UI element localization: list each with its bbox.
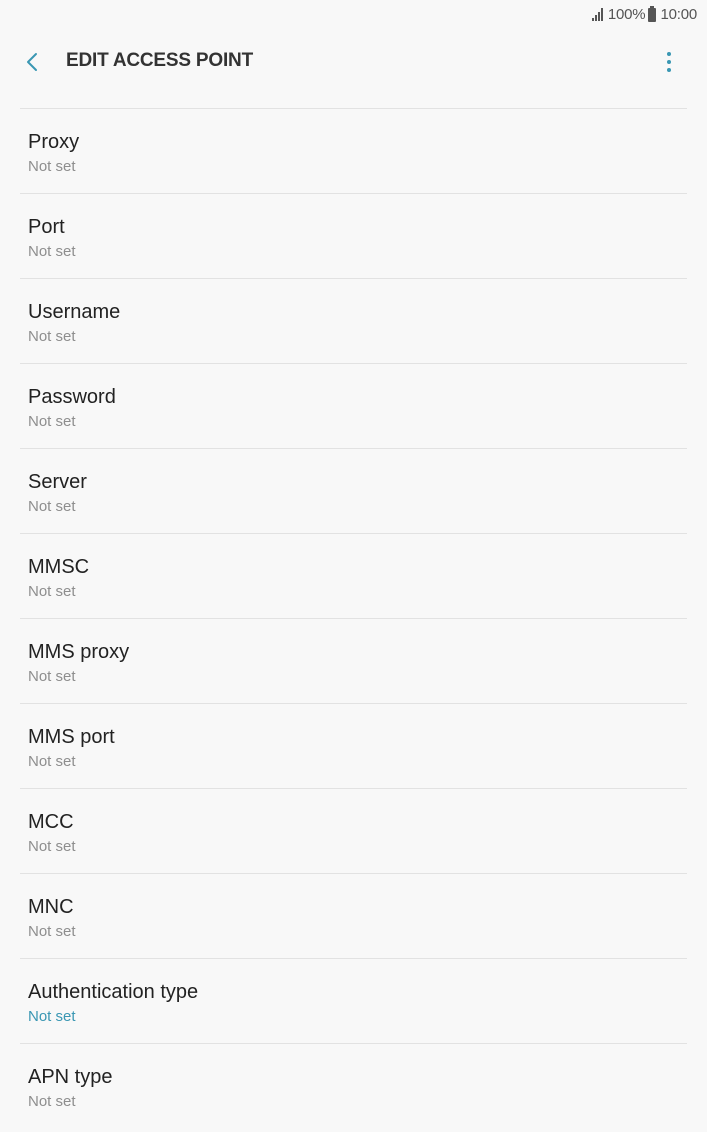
setting-username[interactable]: Username Not set: [20, 278, 687, 363]
settings-list: Proxy Not set Port Not set Username Not …: [0, 108, 707, 1128]
status-bar: 100% 10:00: [0, 0, 707, 32]
battery-percent: 100%: [607, 6, 646, 23]
clock: 10:00: [660, 6, 697, 23]
setting-password[interactable]: Password Not set: [20, 363, 687, 448]
back-button[interactable]: [14, 46, 50, 78]
setting-label: MCC: [28, 811, 74, 833]
status-indicators: 100% 10:00: [591, 5, 697, 23]
battery-icon: [648, 5, 657, 22]
setting-proxy[interactable]: Proxy Not set: [20, 108, 687, 193]
signal-icon: [591, 8, 604, 21]
setting-label: MNC: [28, 896, 74, 918]
setting-value: Not set: [28, 1093, 76, 1110]
setting-value: Not set: [28, 328, 76, 345]
more-options-button[interactable]: [653, 46, 685, 78]
chevron-left-icon: [27, 53, 37, 71]
setting-server[interactable]: Server Not set: [20, 448, 687, 533]
setting-mnc[interactable]: MNC Not set: [20, 873, 687, 958]
setting-value: Not set: [28, 753, 76, 770]
setting-mmsc[interactable]: MMSC Not set: [20, 533, 687, 618]
app-bar: EDIT ACCESS POINT: [0, 32, 707, 92]
setting-mms-proxy[interactable]: MMS proxy Not set: [20, 618, 687, 703]
setting-authentication-type[interactable]: Authentication type Not set: [20, 958, 687, 1043]
setting-value: Not set: [28, 413, 76, 430]
setting-value: Not set: [28, 668, 76, 685]
setting-label: Username: [28, 301, 121, 323]
setting-label: MMS proxy: [28, 641, 130, 663]
setting-mcc[interactable]: MCC Not set: [20, 788, 687, 873]
setting-label: Authentication type: [28, 981, 199, 1003]
more-vertical-icon: [667, 52, 671, 72]
setting-label: APN type: [28, 1066, 113, 1088]
setting-value: Not set: [28, 498, 76, 515]
setting-label: Password: [28, 386, 116, 408]
setting-port[interactable]: Port Not set: [20, 193, 687, 278]
setting-label: MMS port: [28, 726, 115, 748]
setting-apn-type[interactable]: APN type Not set: [20, 1043, 687, 1128]
setting-value: Not set: [28, 923, 76, 940]
setting-value: Not set: [28, 243, 76, 260]
setting-value: Not set: [28, 1008, 76, 1025]
setting-value: Not set: [28, 583, 76, 600]
setting-label: MMSC: [28, 556, 90, 578]
setting-label: Proxy: [28, 131, 80, 153]
setting-value: Not set: [28, 838, 76, 855]
setting-label: Server: [28, 471, 87, 493]
setting-label: Port: [28, 216, 65, 238]
page-title: EDIT ACCESS POINT: [66, 50, 253, 71]
setting-mms-port[interactable]: MMS port Not set: [20, 703, 687, 788]
setting-value: Not set: [28, 158, 76, 175]
